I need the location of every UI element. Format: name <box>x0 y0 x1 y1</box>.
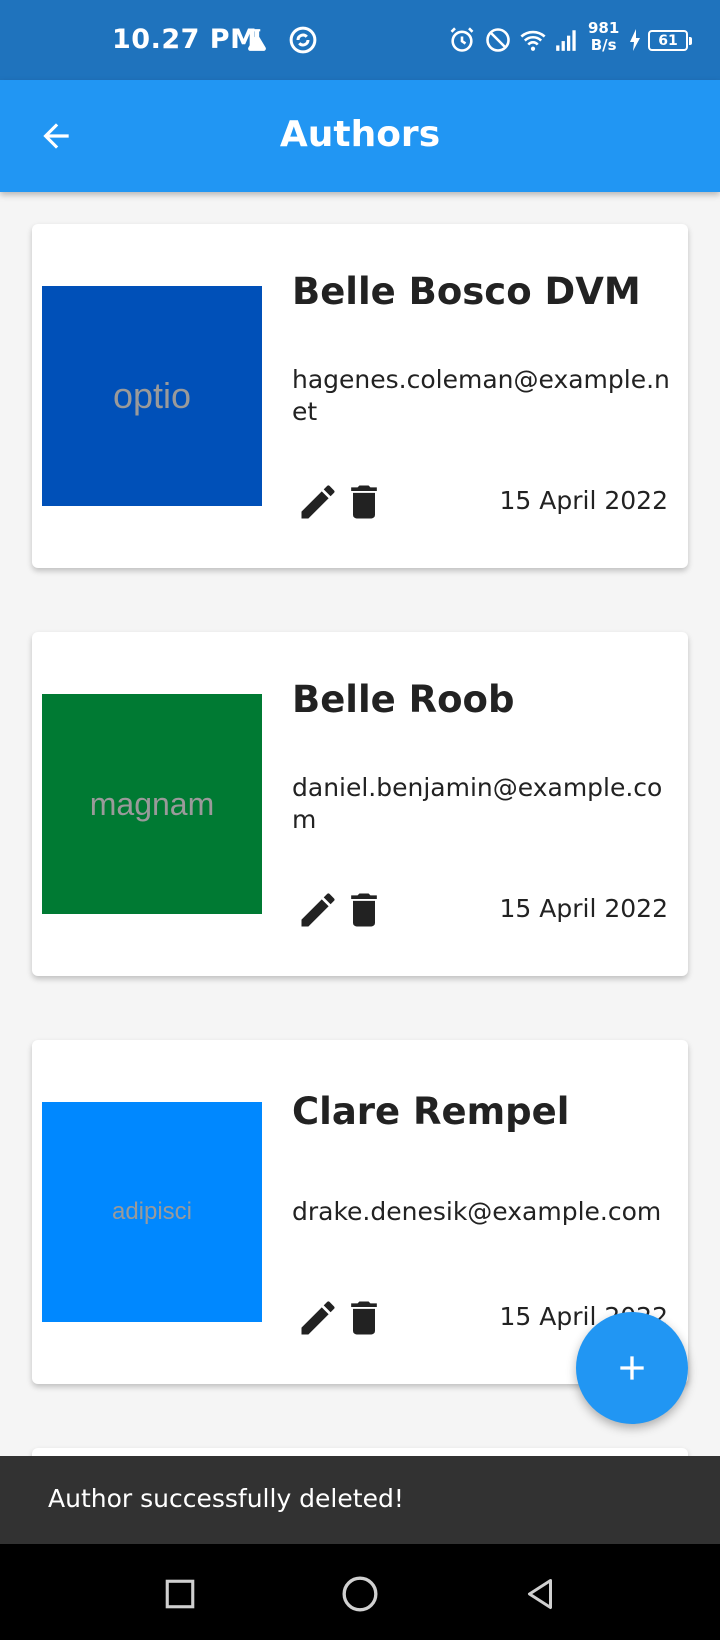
battery-icon: 61 <box>648 30 692 51</box>
author-image: adipisci <box>42 1102 262 1322</box>
network-speed: 981 B/s <box>588 20 619 54</box>
sync-icon <box>288 24 318 56</box>
alarm-icon <box>448 24 476 56</box>
snackbar: Author successfully deleted! <box>0 1456 720 1544</box>
author-image: magnam <box>42 694 262 914</box>
recents-button[interactable] <box>158 1572 202 1616</box>
delete-button[interactable] <box>340 478 388 526</box>
author-card[interactable]: magnam Belle Roob daniel.benjamin@exampl… <box>32 632 688 976</box>
app-bar: Authors <box>0 80 720 192</box>
delete-icon <box>351 1301 377 1335</box>
author-email: drake.denesik@example.com <box>292 1197 662 1226</box>
edit-icon <box>301 485 335 519</box>
delete-icon <box>351 485 377 519</box>
square-icon <box>165 1579 195 1609</box>
author-image-text: adipisci <box>111 1198 193 1225</box>
add-icon <box>620 1356 644 1380</box>
network-speed-unit: B/s <box>590 36 617 54</box>
author-card[interactable]: optio Belle Bosco DVM hagenes.coleman@ex… <box>32 224 688 568</box>
snackbar-message: Author successfully deleted! <box>48 1484 404 1513</box>
author-email: daniel.benjamin@example.com <box>292 773 663 834</box>
edit-icon <box>301 1301 335 1335</box>
battery-level: 61 <box>658 32 678 49</box>
author-image-text: magnam <box>89 785 215 822</box>
edit-button[interactable] <box>294 478 342 526</box>
author-image-text: optio <box>112 375 192 416</box>
page-title: Authors <box>279 114 441 155</box>
author-name: Clare Rempel <box>292 1090 570 1133</box>
flask-icon <box>244 24 270 56</box>
status-bar: 10.27 PM 981 B/s 61 <box>0 0 720 80</box>
author-name: Belle Roob <box>292 678 515 721</box>
do-not-disturb-icon <box>484 24 512 56</box>
author-email: hagenes.coleman@example.net <box>292 365 670 426</box>
wifi-icon <box>518 24 548 56</box>
triangle-back-icon <box>528 1579 552 1609</box>
author-date: 15 April 2022 <box>499 894 668 923</box>
edit-button[interactable] <box>294 1294 342 1342</box>
back-nav-button[interactable] <box>518 1572 562 1616</box>
system-nav-bar <box>0 1544 720 1640</box>
author-date: 15 April 2022 <box>499 486 668 515</box>
delete-button[interactable] <box>340 1294 388 1342</box>
author-image: optio <box>42 286 262 506</box>
delete-icon <box>351 893 377 927</box>
signal-icon <box>552 24 582 56</box>
home-button[interactable] <box>338 1572 382 1616</box>
circle-icon <box>342 1576 378 1612</box>
add-author-button[interactable] <box>576 1312 688 1424</box>
edit-icon <box>301 893 335 927</box>
charging-icon <box>628 24 642 56</box>
delete-button[interactable] <box>340 886 388 934</box>
network-speed-value: 981 <box>588 19 620 37</box>
status-time: 10.27 PM <box>112 24 258 55</box>
edit-button[interactable] <box>294 886 342 934</box>
author-name: Belle Bosco DVM <box>292 270 641 313</box>
